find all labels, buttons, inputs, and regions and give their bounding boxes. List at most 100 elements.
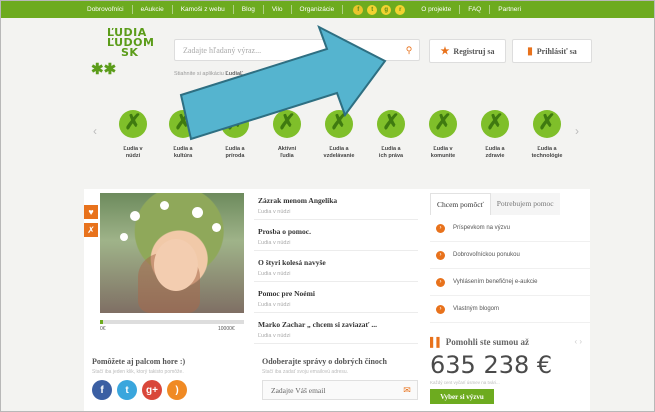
social-like-title: Pomôžete aj palcom hore :): [92, 357, 186, 366]
category-icon: ✗: [166, 106, 200, 140]
story-category: Ľudia v núdzi: [258, 240, 291, 246]
nav-link-web-friends[interactable]: Kamoši z webu: [173, 1, 233, 18]
search-input[interactable]: [175, 45, 399, 55]
story-title[interactable]: Prosba o pomoc.: [258, 227, 418, 236]
newsletter-field: ✉: [262, 380, 418, 400]
apps-promo-text: Stiahnite si aplikáciu ĽudiaĽ: [174, 71, 243, 77]
nav-link-faq[interactable]: FAQ: [460, 1, 489, 18]
person-icon: ✗: [84, 223, 98, 237]
category-item[interactable]: ✗ Aktívni ľudia: [263, 106, 311, 160]
category-label: Ľudia a zdravie: [485, 146, 505, 159]
category-label: Ľudia a ich práva: [378, 146, 404, 159]
twitter-icon[interactable]: t: [117, 380, 137, 400]
category-item[interactable]: ✗ Ľudia a kultúra: [159, 106, 207, 160]
category-label: Ľudia a kultúra: [173, 146, 193, 159]
donation-note: Každý cent vyčarí úsmev na tvári...: [430, 380, 500, 385]
help-option[interactable]: › Dobrovoľníckou ponukou: [430, 242, 590, 269]
nav-link-blog[interactable]: Blog: [234, 1, 263, 18]
story-title[interactable]: Pomoc pre Noémi: [258, 289, 418, 298]
tab-want-to-help[interactable]: Chcem pomôcť: [430, 193, 491, 215]
category-icon: ✗: [426, 106, 460, 140]
story-category: Ľudia v núdzi: [258, 271, 291, 277]
star-icon: ★: [440, 45, 450, 57]
category-label: Aktívni ľudia: [277, 146, 297, 159]
list-item[interactable]: Zázrak menom Angelika Ľudia v núdzi: [254, 189, 418, 220]
chevron-left-icon[interactable]: ‹: [93, 124, 97, 138]
browser-frame: Dobrovoľníci eAukcie Kamoši z webu Blog …: [0, 0, 655, 412]
donation-amount: 635 238 €: [430, 351, 553, 379]
category-icon: ✗: [116, 106, 150, 140]
nav-link-partners[interactable]: Partneri: [490, 1, 529, 18]
newsletter-section: Odoberajte správy o dobrých činoch Stačí…: [262, 357, 422, 400]
arrow-right-icon: ›: [436, 304, 445, 314]
apps-promo-brand[interactable]: ĽudiaĽ: [225, 71, 243, 77]
category-label: Ľudia v núdzi: [123, 146, 143, 159]
email-field[interactable]: [263, 385, 397, 395]
login-button[interactable]: ▮ Prihlásiť sa: [512, 39, 592, 63]
help-tabs: Chcem pomôcť Potrebujem pomoc: [430, 193, 590, 215]
apps-promo-label: Stiahnite si aplikáciu: [174, 71, 224, 77]
help-option[interactable]: › Vyhlásením benefičnej e-aukcie: [430, 269, 590, 296]
envelope-icon[interactable]: ✉: [397, 381, 417, 399]
newsletter-subtitle: Stačí iba zadať svoju emailovú adresu.: [262, 369, 349, 375]
google-plus-icon[interactable]: g+: [142, 380, 162, 400]
rss-icon[interactable]: r: [395, 4, 406, 15]
list-item[interactable]: Prosba o pomoc. Ľudia v núdzi: [254, 220, 418, 251]
story-title[interactable]: Zázrak menom Angelika: [258, 196, 418, 205]
nav-link-about[interactable]: O projekte: [413, 1, 459, 18]
category-item[interactable]: ✗ Ľudia a technológie: [523, 106, 571, 160]
story-title[interactable]: O štyri kolesá navyše: [258, 258, 418, 267]
main-content: ♥ ✗ 0€ 10000€ Zázrak menom Angelika Ľudi…: [84, 189, 590, 411]
featured-photo[interactable]: [100, 193, 244, 313]
search-icon[interactable]: ⚲: [399, 45, 419, 56]
featured-story[interactable]: ♥ ✗ 0€ 10000€: [84, 189, 246, 341]
tab-need-help[interactable]: Potrebujem pomoc: [490, 193, 560, 215]
donation-total: ▌▌ Pomohli ste sumou až ‹ › 635 238 € Ka…: [430, 337, 590, 404]
social-buttons: f t g+ ): [92, 380, 252, 400]
category-carousel: ‹ › ✗ Ľudia v núdzi ✗ Ľudia a kultúra ✗ Ľu…: [1, 98, 654, 186]
category-label: Ľudia a príroda: [225, 146, 245, 159]
social-like-section: Pomôžete aj palcom hore :) Stačí iba jed…: [92, 357, 252, 400]
heart-hand-icon: ♥: [84, 205, 98, 219]
story-category: Ľudia v núdzi: [258, 209, 291, 215]
site-logo[interactable]: ĽUDIA ĽUDOM SK ✱✱: [89, 27, 154, 86]
list-item[interactable]: Pomoc pre Noémi Ľudia v núdzi: [254, 282, 418, 313]
arrow-right-icon: ›: [436, 223, 445, 233]
google-plus-icon[interactable]: g: [381, 4, 392, 15]
story-list: Zázrak menom Angelika Ľudia v núdzi Pros…: [254, 189, 418, 344]
rss-icon[interactable]: ): [167, 380, 187, 400]
choose-challenge-button[interactable]: Vyber si výzvu: [430, 389, 494, 404]
register-label: Registruj sa: [453, 46, 495, 56]
category-item[interactable]: ✗ Ľudia a vzdelávanie: [315, 106, 363, 160]
category-icon: ✗: [478, 106, 512, 140]
chevron-right-icon[interactable]: ›: [575, 124, 579, 138]
site-header: ĽUDIA ĽUDOM SK ✱✱ ⚲ Stiahnite si aplikác…: [1, 18, 654, 98]
category-item[interactable]: ✗ Ľudia v núdzi: [109, 106, 157, 160]
category-item[interactable]: ✗ Ľudia a zdravie: [471, 106, 519, 160]
category-label: Ľudia a technológie: [531, 146, 563, 159]
nav-link-vilo[interactable]: Vilo: [264, 1, 291, 18]
logo-figures-icon: ✱✱: [91, 61, 117, 78]
category-item[interactable]: ✗ Ľudia a ich práva: [367, 106, 415, 160]
nav-link-eauctions[interactable]: eAukcie: [133, 1, 172, 18]
nav-link-organizations[interactable]: Organizácie: [292, 1, 343, 18]
category-icon: ✗: [374, 106, 408, 140]
register-button[interactable]: ★ Registruj sa: [429, 39, 506, 63]
category-item[interactable]: ✗ Ľudia a príroda: [211, 106, 259, 160]
list-item[interactable]: O štyri kolesá navyše Ľudia v núdzi: [254, 251, 418, 282]
funding-progress-bar: [100, 320, 244, 324]
nav-link-volunteers[interactable]: Dobrovoľníci: [79, 1, 132, 18]
facebook-icon[interactable]: f: [353, 4, 364, 15]
facebook-icon[interactable]: f: [92, 380, 112, 400]
twitter-icon[interactable]: t: [367, 4, 378, 15]
help-option[interactable]: › Vlastným blogom: [430, 296, 590, 323]
chevron-left-right-icon[interactable]: ‹ ›: [574, 337, 582, 346]
category-icon: ✗: [218, 106, 252, 140]
help-option[interactable]: › Príspevkom na výzvu: [430, 215, 590, 242]
category-item[interactable]: ✗ Ľudia v komunite: [419, 106, 467, 160]
list-item[interactable]: Marko Zachar „ chcem si zaviazať ... Ľud…: [254, 313, 418, 344]
login-label: Prihlásiť sa: [536, 46, 577, 56]
story-category: Ľudia v núdzi: [258, 333, 291, 339]
story-title[interactable]: Marko Zachar „ chcem si zaviazať ...: [258, 320, 418, 329]
arrow-right-icon: ›: [436, 250, 445, 260]
